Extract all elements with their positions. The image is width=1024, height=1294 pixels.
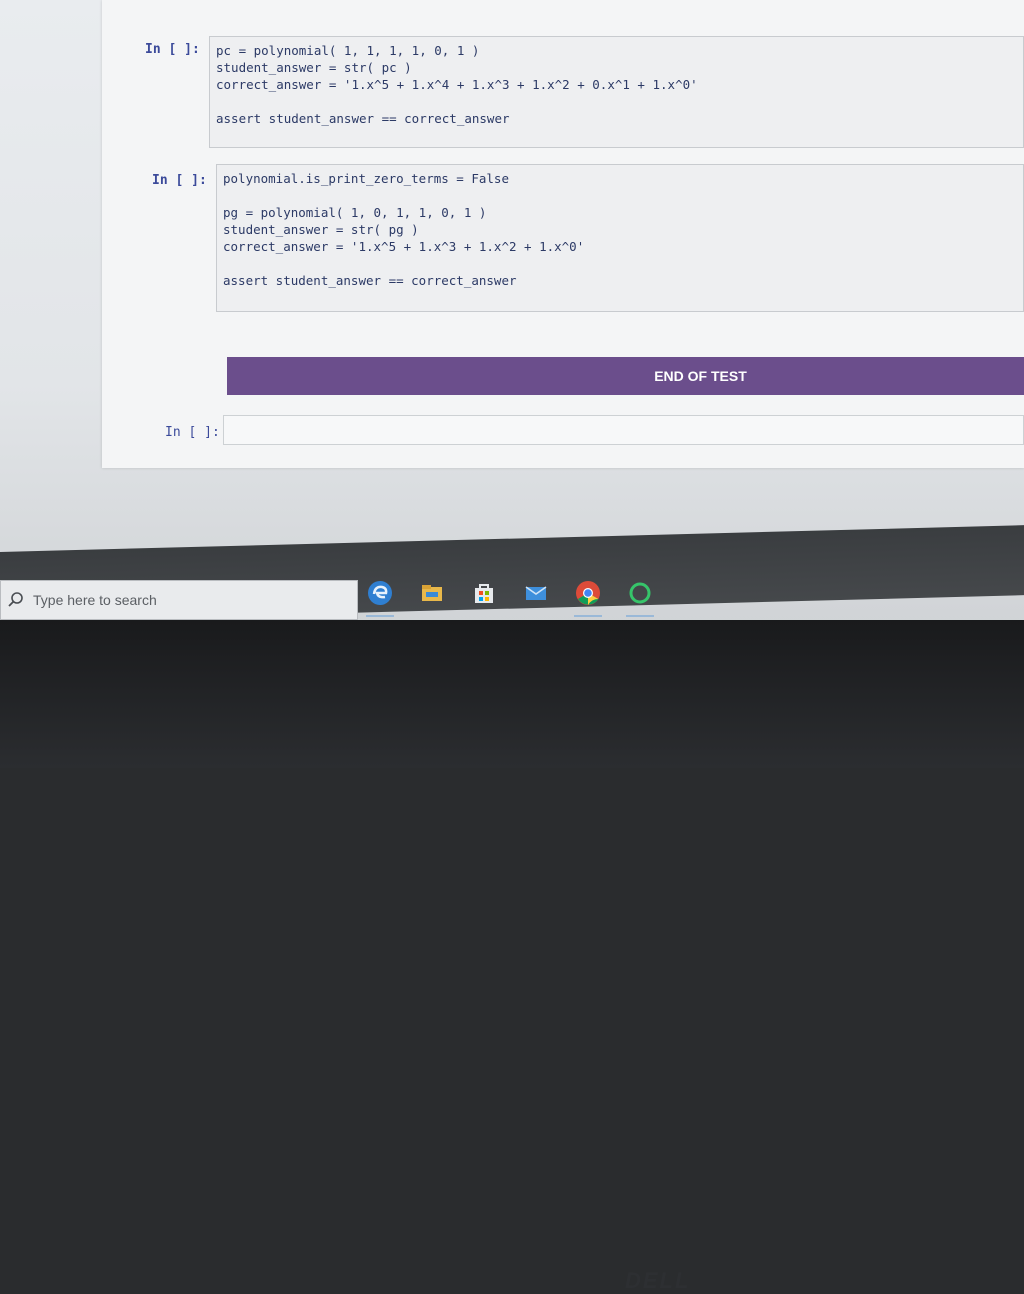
cell-prompt: In [ ]: bbox=[165, 425, 220, 440]
code-cell-input[interactable]: polynomial.is_print_zero_terms = False p… bbox=[216, 164, 1024, 312]
empty-code-cell-input[interactable] bbox=[223, 415, 1024, 445]
search-placeholder: Type here to search bbox=[33, 592, 157, 608]
taskbar-search-box[interactable]: Type here to search bbox=[0, 580, 358, 620]
cell-prompt: In [ ]: bbox=[152, 173, 207, 188]
code-line: polynomial.is_print_zero_terms = False bbox=[223, 171, 509, 186]
store-icon[interactable] bbox=[466, 575, 502, 611]
taskbar-pinned-apps bbox=[362, 570, 658, 617]
chrome-icon[interactable] bbox=[570, 575, 606, 617]
code-line: student_answer = str( pg ) bbox=[223, 222, 419, 237]
end-of-test-banner: END OF TEST bbox=[227, 357, 1024, 395]
monitor-bezel: DELL bbox=[0, 620, 1024, 1293]
code-line: correct_answer = '1.x^5 + 1.x^4 + 1.x^3 … bbox=[216, 77, 698, 92]
code-line: student_answer = str( pc ) bbox=[216, 60, 412, 75]
cortana-ring-icon[interactable] bbox=[622, 575, 658, 617]
code-line: pc = polynomial( 1, 1, 1, 1, 0, 1 ) bbox=[216, 43, 480, 58]
edge-icon[interactable] bbox=[362, 575, 398, 617]
cell-prompt: In [ ]: bbox=[145, 42, 200, 57]
code-line: assert student_answer == correct_answer bbox=[223, 273, 517, 288]
mail-icon[interactable] bbox=[518, 575, 554, 611]
end-of-test-label: END OF TEST bbox=[654, 368, 747, 384]
code-cell-input[interactable]: pc = polynomial( 1, 1, 1, 1, 0, 1 ) stud… bbox=[209, 36, 1024, 148]
search-icon bbox=[7, 591, 25, 609]
brand-logo: DELL bbox=[625, 1268, 691, 1293]
file-explorer-icon[interactable] bbox=[414, 575, 450, 611]
code-line: correct_answer = '1.x^5 + 1.x^3 + 1.x^2 … bbox=[223, 239, 585, 254]
code-line: assert student_answer == correct_answer bbox=[216, 111, 510, 126]
code-line: pg = polynomial( 1, 0, 1, 1, 0, 1 ) bbox=[223, 205, 487, 220]
